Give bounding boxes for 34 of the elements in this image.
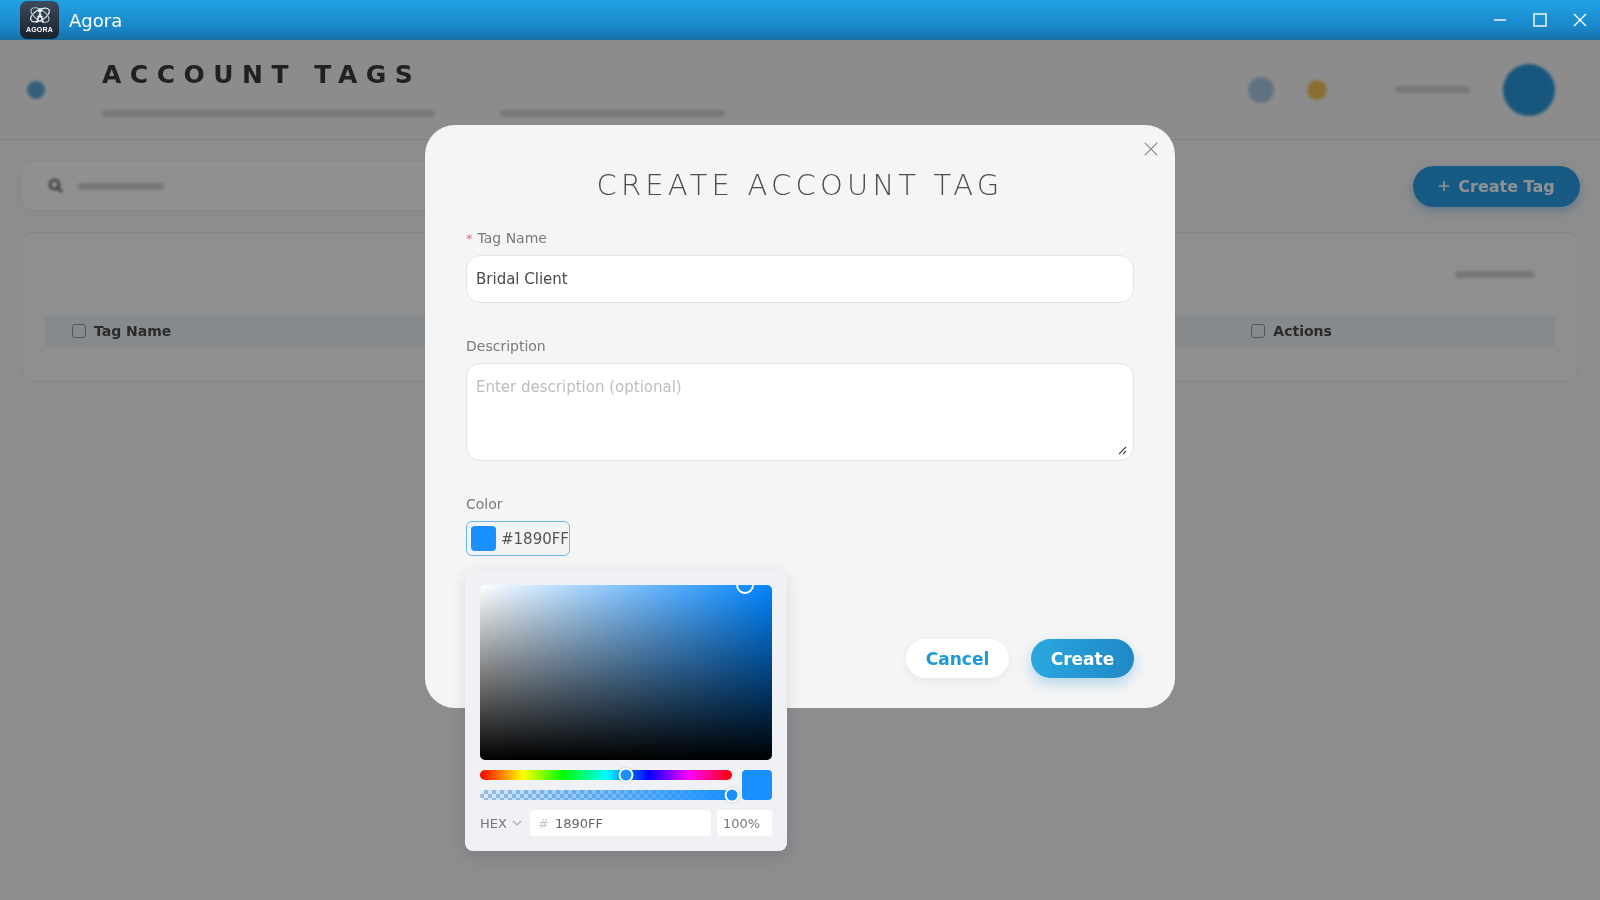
hex-input[interactable]: # 1890FF <box>530 810 711 836</box>
field-label: Tag Name <box>477 230 547 246</box>
text-input[interactable]: Bridal Client <box>466 255 1134 303</box>
field-label: Color <box>466 496 503 512</box>
required-mark: * <box>466 230 473 246</box>
avatar-icon <box>1503 63 1555 116</box>
circle-icon <box>1248 76 1274 103</box>
cancel-button[interactable]: Cancel <box>906 639 1009 678</box>
close-icon[interactable] <box>1144 142 1158 156</box>
saturation-area[interactable] <box>480 585 772 760</box>
slider-handle[interactable] <box>618 767 634 783</box>
field-label: Description <box>466 338 546 354</box>
create-tag-button[interactable]: Create Tag <box>1413 165 1580 207</box>
checkbox-icon[interactable] <box>72 324 86 338</box>
column-header: Actions <box>1273 323 1332 339</box>
color-picker-button[interactable]: #1890FF <box>466 521 570 556</box>
format-select[interactable]: HEX <box>480 815 524 831</box>
alpha-input[interactable]: 100% <box>717 810 772 836</box>
page-title: ACCOUNT TAGS <box>102 60 422 90</box>
column-header: Tag Name <box>94 323 172 339</box>
plus-icon <box>1438 180 1451 192</box>
resize-grip-icon <box>1117 445 1127 455</box>
circle-icon <box>27 80 45 99</box>
dialog-title: CREATE ACCOUNT TAG <box>596 167 1004 203</box>
search-icon <box>48 178 64 194</box>
chevron-icon <box>511 820 522 826</box>
create-button[interactable]: Create <box>1031 639 1134 678</box>
hue-slider[interactable] <box>480 770 732 780</box>
slider-handle[interactable] <box>724 787 740 803</box>
color-preview-icon <box>742 770 772 800</box>
checkbox-icon[interactable] <box>1251 324 1266 338</box>
window-title: Agora <box>69 9 123 31</box>
maximize-icon[interactable] <box>1533 13 1547 27</box>
circle-icon <box>1307 79 1327 100</box>
